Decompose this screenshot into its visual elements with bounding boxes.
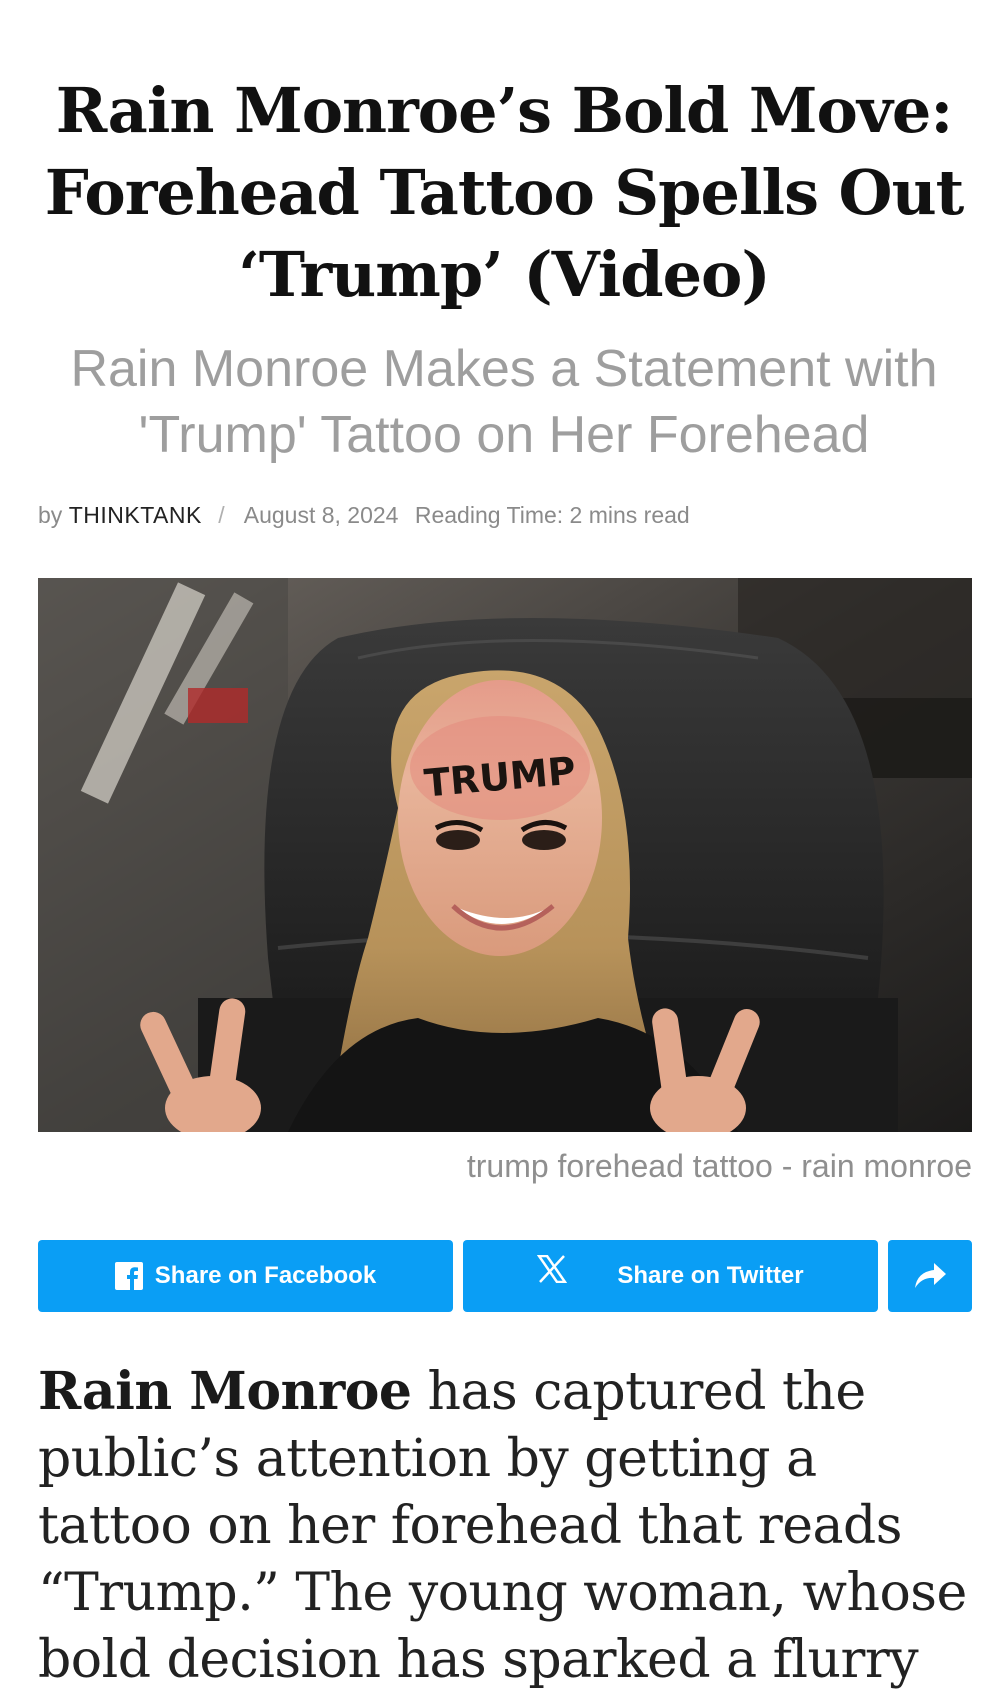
reading-time: Reading Time: 2 mins read xyxy=(414,502,690,528)
image-caption: trump forehead tattoo - rain monroe xyxy=(466,1148,972,1184)
article-body-paragraph: Rain Monroe has captured the public’s at… xyxy=(38,1358,978,1694)
share-bar: Share on Facebook Share on Twitter xyxy=(38,1240,972,1312)
facebook-icon xyxy=(114,1262,143,1290)
byline-label: by xyxy=(38,502,63,528)
article-page: Rain Monroe’s Bold Move: Forehead Tattoo… xyxy=(0,0,1008,1690)
meta-separator: / xyxy=(218,502,225,528)
article-lead-name: Rain Monroe xyxy=(38,1361,412,1422)
share-twitter-label: Share on Twitter xyxy=(617,1262,804,1289)
hero-image[interactable]: TRUMP xyxy=(38,578,972,1132)
share-facebook-label: Share on Facebook xyxy=(154,1262,377,1289)
share-twitter-button[interactable]: Share on Twitter xyxy=(463,1240,878,1312)
share-facebook-button[interactable]: Share on Facebook xyxy=(38,1240,453,1312)
publish-date: August 8, 2024 xyxy=(243,502,399,528)
hero-image-illustration: TRUMP xyxy=(38,578,972,1132)
x-icon xyxy=(537,1255,568,1283)
share-more-button[interactable] xyxy=(888,1240,972,1312)
article-meta: by THINKTANK / August 8, 2024 Reading Ti… xyxy=(38,502,968,529)
article-headline: Rain Monroe’s Bold Move: Forehead Tattoo… xyxy=(44,74,965,311)
share-arrow-icon xyxy=(912,1261,948,1291)
article-subheadline: Rain Monroe Makes a Statement with 'Trum… xyxy=(70,340,938,464)
author-link[interactable]: THINKTANK xyxy=(69,502,202,528)
